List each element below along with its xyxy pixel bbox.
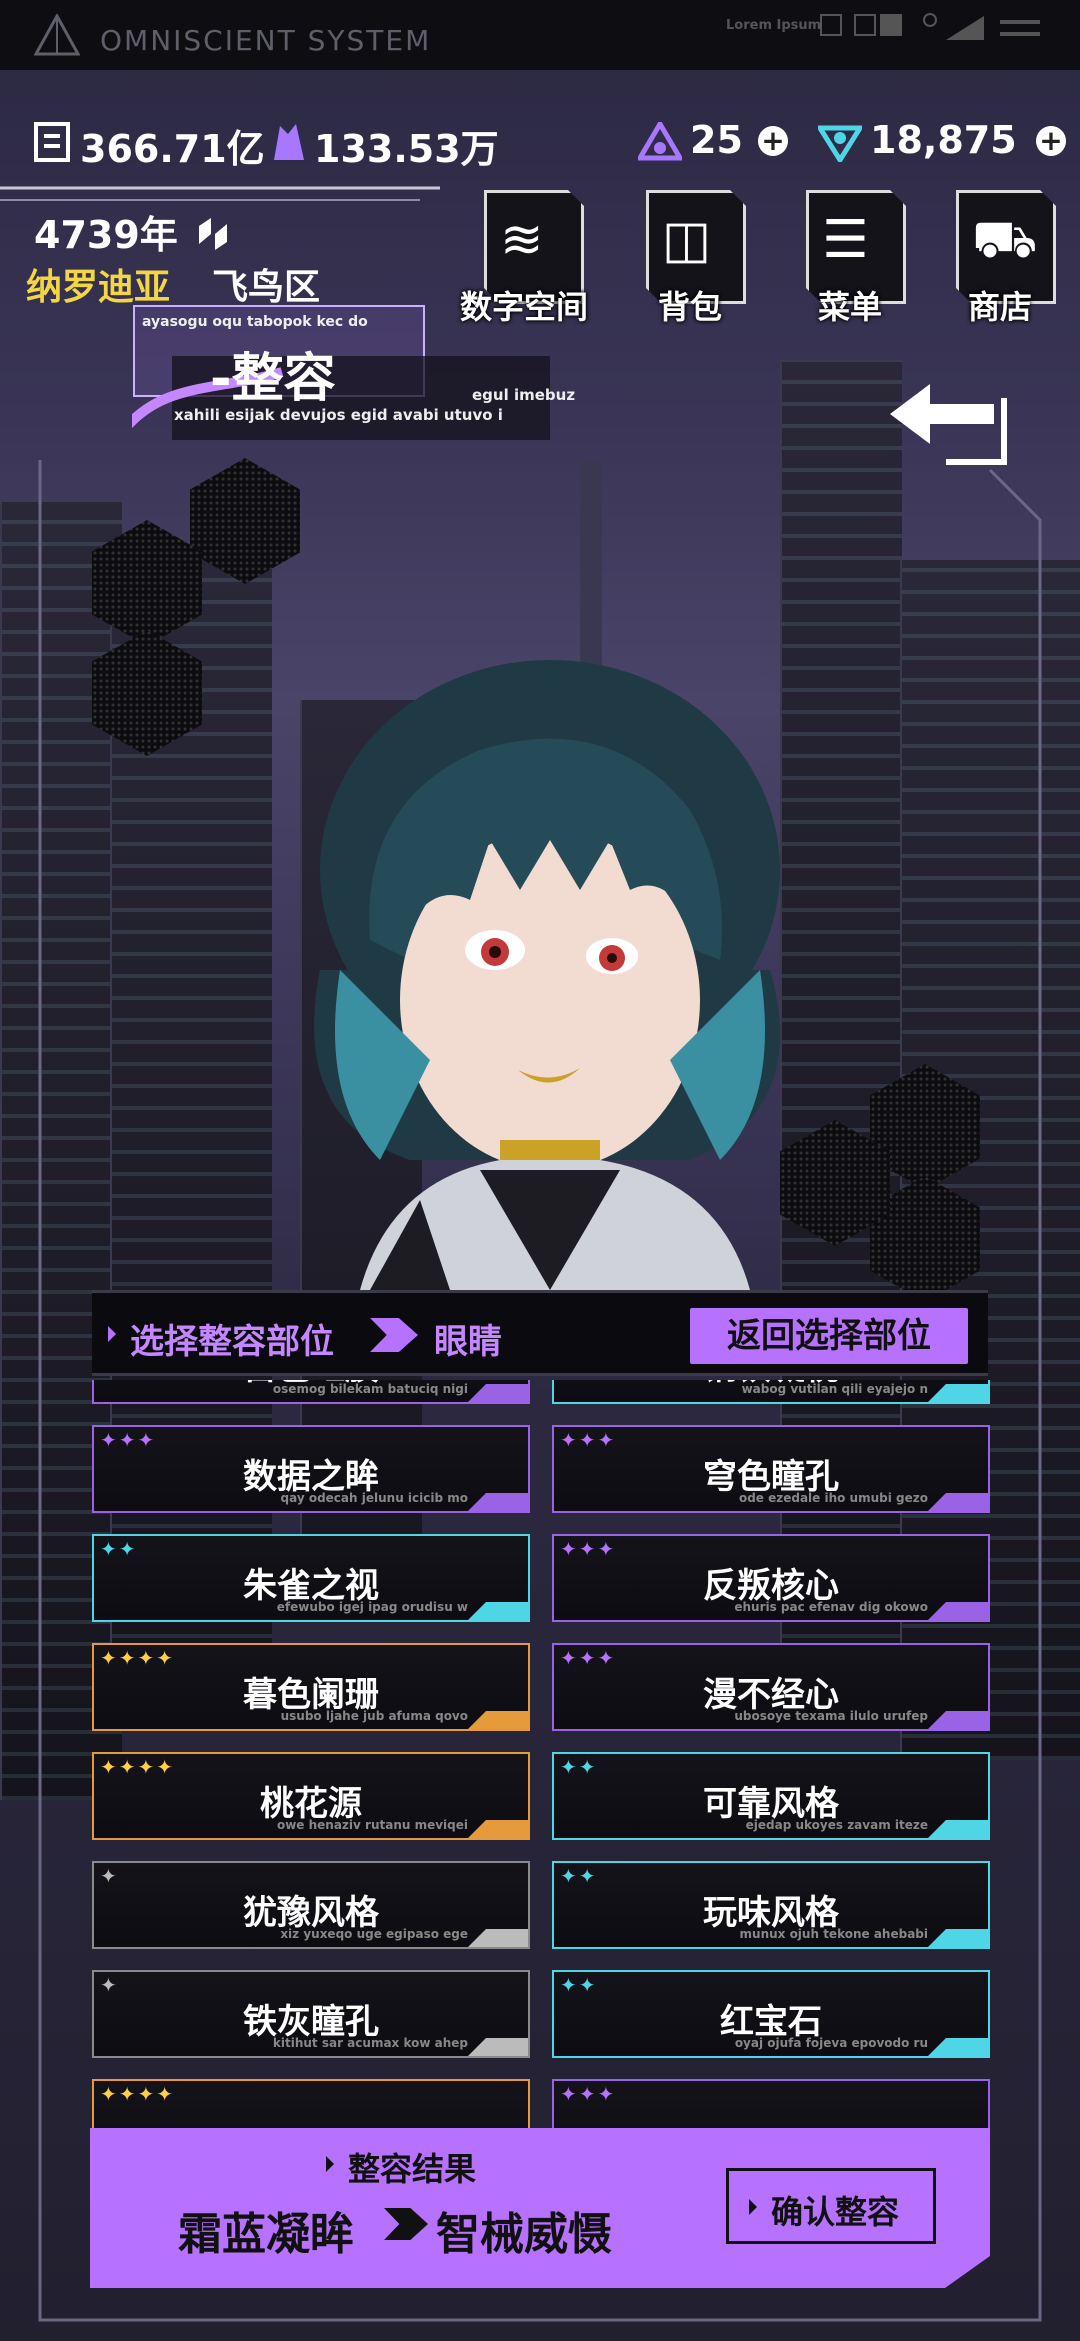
nav-shop-button[interactable]: ⛟ 商店 xyxy=(946,190,1056,326)
rarity-stars: ✦✦✦ xyxy=(100,1428,157,1452)
option-item[interactable]: ✦✦✦✦ 暮色阑珊 usubo ljahe jub afuma qovo xyxy=(92,1643,530,1731)
option-subtitle: ehuris pac efenav dig okowo xyxy=(734,1600,928,1614)
currency-chip-icon xyxy=(34,122,70,162)
caret-right-icon xyxy=(749,2199,757,2215)
title-caption-bottom: xahili esijak devujos egid avabi utuvo i xyxy=(174,406,503,424)
option-item[interactable]: ✦ 犹豫风格 xiz yuxeqo uge egipaso ege xyxy=(92,1861,530,1949)
option-list[interactable]: 古色虹膜osemog bilekam batuciq nigi 钢铁凝视wabog… xyxy=(0,1380,1080,2132)
option-subtitle: wabog vutilan qili eyajejo n xyxy=(741,1382,928,1396)
option-item[interactable]: ✦✦ 玩味风格 munux ojuh tekone ahebabi xyxy=(552,1861,990,1949)
character-portrait xyxy=(314,660,780,1290)
caret-right-icon xyxy=(108,1326,116,1342)
selected-part: 眼睛 xyxy=(434,1322,502,1362)
add-gems-button[interactable]: + xyxy=(1036,126,1066,156)
option-subtitle: osemog bilekam batuciq nigi xyxy=(272,1382,468,1396)
option-item[interactable]: ✦✦✦ 反叛核心 ehuris pac efenav dig okowo xyxy=(552,1534,990,1622)
nav-label: 背包 xyxy=(657,288,722,326)
rarity-stars: ✦✦ xyxy=(560,1973,598,1997)
rarity-stars: ✦ xyxy=(100,1864,119,1888)
result-to: 智械威慑 xyxy=(436,2209,612,2260)
option-item[interactable]: 钢铁凝视wabog vutilan qili eyajejo n xyxy=(552,1380,990,1404)
rarity-stars: ✦✦✦✦ xyxy=(100,1646,176,1670)
result-label: 整容结果 xyxy=(348,2150,477,2188)
option-item[interactable]: ✦✦✦ 数据之眸 qay odecah jelunu icicib mo xyxy=(92,1425,530,1513)
option-item[interactable]: ✦✦✦ xyxy=(552,2079,990,2132)
energy-icon xyxy=(638,122,682,161)
gems-amount: 18,875 xyxy=(870,118,1017,162)
square-icon xyxy=(880,14,902,36)
page-title: -整容 xyxy=(210,349,336,409)
currency1-amount: 366.71亿 xyxy=(80,127,265,171)
square-icon xyxy=(820,14,842,36)
gem-icon xyxy=(818,125,862,162)
nav-bag-button[interactable]: ◫ 背包 xyxy=(636,190,746,326)
option-item[interactable]: 古色虹膜osemog bilekam batuciq nigi xyxy=(92,1380,530,1404)
rarity-stars: ✦✦✦ xyxy=(560,1646,617,1670)
rarity-stars: ✦ xyxy=(100,1973,119,1997)
nav-digital-space-button[interactable]: ≋ 数字空间 xyxy=(460,190,588,326)
confirm-label: 确认整容 xyxy=(771,2193,900,2231)
option-item[interactable]: ✦✦ 可靠风格 ejedap ukoyes zavam iteze xyxy=(552,1752,990,1840)
option-subtitle: owe henaziv rutanu meviqei xyxy=(276,1818,468,1832)
caret-right-icon xyxy=(326,2156,334,2172)
currency2-amount: 133.53万 xyxy=(314,127,499,171)
square-icon xyxy=(854,14,876,36)
system-title: OMNISCIENT SYSTEM xyxy=(100,24,432,57)
confirm-button[interactable]: 确认整容 xyxy=(726,2168,936,2244)
back-arrow-button[interactable] xyxy=(886,378,1016,474)
time-cycle-icon xyxy=(199,218,227,250)
option-item[interactable]: ✦✦✦✦ xyxy=(92,2079,530,2132)
option-subtitle: oyaj ojufa fojeva epovodo ru xyxy=(734,2036,928,2050)
option-item[interactable]: ✦✦ 红宝石 oyaj ojufa fojeva epovodo ru xyxy=(552,1970,990,2058)
year-label: 4739年 xyxy=(34,204,235,259)
year-text: 4739年 xyxy=(34,213,178,257)
option-subtitle: ode ezedale iho umubi gezo xyxy=(738,1491,928,1505)
status-bar: OMNISCIENT SYSTEM Lorem Ipsum xyxy=(0,0,1080,70)
cart-icon: ⛟ xyxy=(972,210,1038,270)
layers-icon: ≋ xyxy=(500,210,544,270)
option-subtitle: qay odecah jelunu icicib mo xyxy=(280,1491,468,1505)
result-from: 霜蓝凝眸 xyxy=(178,2209,354,2260)
energy-amount: 25 xyxy=(690,118,743,162)
option-subtitle: munux ojuh tekone ahebabi xyxy=(739,1927,928,1941)
title-caption-top: ayasogu oqu tabopok kec do xyxy=(142,314,368,330)
option-item[interactable]: ✦✦✦ 穹色瞳孔 ode ezedale iho umubi gezo xyxy=(552,1425,990,1513)
option-subtitle: efewubo igej ipag orudisu w xyxy=(276,1600,468,1614)
add-energy-button[interactable]: + xyxy=(758,126,788,156)
rarity-stars: ✦✦ xyxy=(100,1537,138,1561)
option-subtitle: kitihut sar acumax kow ahep xyxy=(272,2036,468,2050)
option-subtitle: ubosoye texama ilulo urufep xyxy=(734,1709,928,1723)
rarity-stars: ✦✦✦ xyxy=(560,2082,617,2106)
bag-icon: ◫ xyxy=(662,210,712,270)
option-subtitle: usubo ljahe jub afuma qovo xyxy=(280,1709,468,1723)
signal-icon xyxy=(923,13,1040,40)
menu-icon: ☰ xyxy=(822,210,869,270)
option-item[interactable]: ✦✦✦ 漫不经心 ubosoye texama ilulo urufep xyxy=(552,1643,990,1731)
crystal-icon xyxy=(274,124,304,160)
rarity-stars: ✦✦✦ xyxy=(560,1428,617,1452)
rarity-stars: ✦✦ xyxy=(560,1864,598,1888)
system-logo-icon xyxy=(34,14,80,56)
option-item[interactable]: ✦✦✦✦ 桃花源 owe henaziv rutanu meviqei xyxy=(92,1752,530,1840)
nav-menu-button[interactable]: ☰ 菜单 xyxy=(796,190,906,326)
rarity-stars: ✦✦✦ xyxy=(560,1537,617,1561)
rarity-stars: ✦✦✦✦ xyxy=(100,1755,176,1779)
selection-label: 选择整容部位 xyxy=(130,1322,334,1362)
option-subtitle: xiz yuxeqo uge egipaso ege xyxy=(280,1927,468,1941)
nav-label: 菜单 xyxy=(817,288,882,326)
title-caption-right: egul imebuz xyxy=(472,386,576,404)
option-item[interactable]: ✦ 铁灰瞳孔 kitihut sar acumax kow ahep xyxy=(92,1970,530,2058)
return-select-part-button[interactable]: 返回选择部位 xyxy=(690,1308,968,1364)
status-lorem: Lorem Ipsum xyxy=(726,18,822,33)
nav-label: 商店 xyxy=(967,288,1032,326)
option-item[interactable]: ✦✦ 朱雀之视 efewubo igej ipag orudisu w xyxy=(92,1534,530,1622)
option-subtitle: ejedap ukoyes zavam iteze xyxy=(745,1818,928,1832)
rarity-stars: ✦✦✦✦ xyxy=(100,2082,176,2106)
rarity-stars: ✦✦ xyxy=(560,1755,598,1779)
